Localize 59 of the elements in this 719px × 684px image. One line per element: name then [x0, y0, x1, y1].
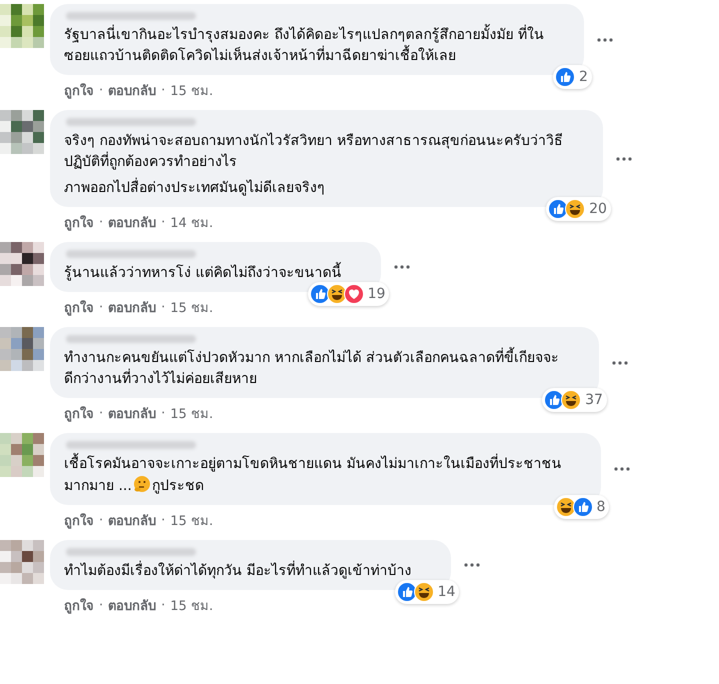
separator-dot: · [161, 83, 166, 98]
reply-link[interactable]: ตอบกลับ [108, 80, 156, 101]
timestamp: 15 ชม. [170, 406, 214, 424]
timestamp: 15 ชม. [170, 300, 214, 318]
separator-dot: · [99, 598, 104, 613]
like-link[interactable]: ถูกใจ [64, 403, 94, 424]
reply-link[interactable]: ตอบกลับ [108, 403, 156, 424]
thumbs-up-icon [572, 497, 593, 517]
like-link[interactable]: ถูกใจ [64, 595, 94, 616]
like-link[interactable]: ถูกใจ [64, 297, 94, 318]
separator-dot: · [99, 83, 104, 98]
comment-text: เชื้อโรคมันอาจจะเกาะอยู่ตามโขดหินชายแดน มันคงไม่มาเกาะในเมืองที่ประชาชน มากมาย ... กูประชด [64, 454, 562, 497]
laughing-face-icon [414, 582, 434, 602]
separator-dot: · [99, 406, 104, 421]
reaction-summary[interactable]: 37 [542, 388, 607, 412]
comment-text: รู้นานแล้วว่าทหารโง่ แต่คิดไม่ถึงว่าจะขนาดนี้ [64, 263, 342, 284]
comment-text: รัฐบาลนี่เขากินอะไรบำรุงสมองคะ ถึงได้คิดอะไรๆแปลกๆตลกรู้สึกอายมั้งมัย ที่ใน ซอยแถวบ้านติดติดโควิดไม่เห็นส่งเจ้าหน้าที่มาฉีดยาฆ่าเชื้อให้เลย [64, 25, 544, 67]
timestamp: 15 ชม. [170, 83, 214, 101]
separator-dot: · [99, 300, 104, 315]
reply-link[interactable]: ตอบกลับ [108, 297, 156, 318]
more-options-icon[interactable] [596, 36, 614, 42]
thumbs-up-icon [310, 284, 330, 304]
laughing-face-icon [561, 390, 582, 410]
timestamp: 15 ชม. [170, 513, 214, 531]
more-options-icon[interactable] [463, 562, 482, 568]
comment-text: จริงๆ กองทัพน่าจะสอบถามทางนักไวรัสวิทยา หรือทางสาธารณสุขก่อนนะครับว่าวิธี ปฏิบัติที่ถูกต้องควรทำอย่างไร [64, 132, 563, 172]
more-options-icon[interactable] [613, 466, 632, 472]
more-options-icon[interactable] [610, 360, 629, 366]
laughing-face-icon [556, 497, 576, 517]
comment-text: ทำงานกะคนขยันแต่โง่ปวดหัวมาก หากเลือกไม่ได้ ส่วนตัวเลือกคนฉลาดที่ขี้เกียจจะ ดีกว่างานที่วางไว้ไม่ค่อยเสียหาย [64, 348, 559, 390]
separator-dot: · [99, 513, 104, 528]
separator-dot: · [161, 215, 166, 230]
reaction-summary[interactable]: 14 [394, 580, 460, 604]
thumbs-up-icon [554, 67, 575, 87]
timestamp: 14 ชม. [170, 215, 214, 233]
reaction-summary[interactable]: 8 [554, 495, 610, 519]
reaction-summary[interactable]: 2 [552, 65, 592, 89]
more-options-icon[interactable] [614, 156, 633, 162]
reaction-summary[interactable]: 19 [308, 282, 390, 306]
separator-dot: · [161, 406, 166, 421]
comment-text: ทำไมต้องมีเรื่องให้ด่าได้ทุกวัน มีอะไรที่ทำแล้วดูเข้าท่าบ้าง [64, 561, 412, 582]
like-link[interactable]: ถูกใจ [64, 510, 94, 531]
reaction-summary[interactable]: 20 [546, 197, 611, 221]
separator-dot: · [161, 513, 166, 528]
separator-dot: · [161, 300, 166, 315]
like-link[interactable]: ถูกใจ [64, 212, 94, 233]
thumbs-up-icon [396, 582, 417, 602]
thinking-face-icon [132, 475, 151, 493]
more-options-icon[interactable] [393, 264, 412, 270]
reply-link[interactable]: ตอบกลับ [108, 510, 156, 531]
separator-dot: · [161, 598, 166, 613]
reply-link[interactable]: ตอบกลับ [108, 595, 156, 616]
laughing-face-icon [326, 284, 347, 304]
timestamp: 15 ชม. [170, 598, 214, 616]
comment-text: ภาพออกไปสื่อต่างประเทศมันดูไม่ดีเลยจริงๆ [64, 178, 563, 199]
separator-dot: · [99, 215, 104, 230]
reply-link[interactable]: ตอบกลับ [108, 212, 156, 233]
laughing-face-icon [565, 199, 586, 219]
like-link[interactable]: ถูกใจ [64, 80, 94, 101]
